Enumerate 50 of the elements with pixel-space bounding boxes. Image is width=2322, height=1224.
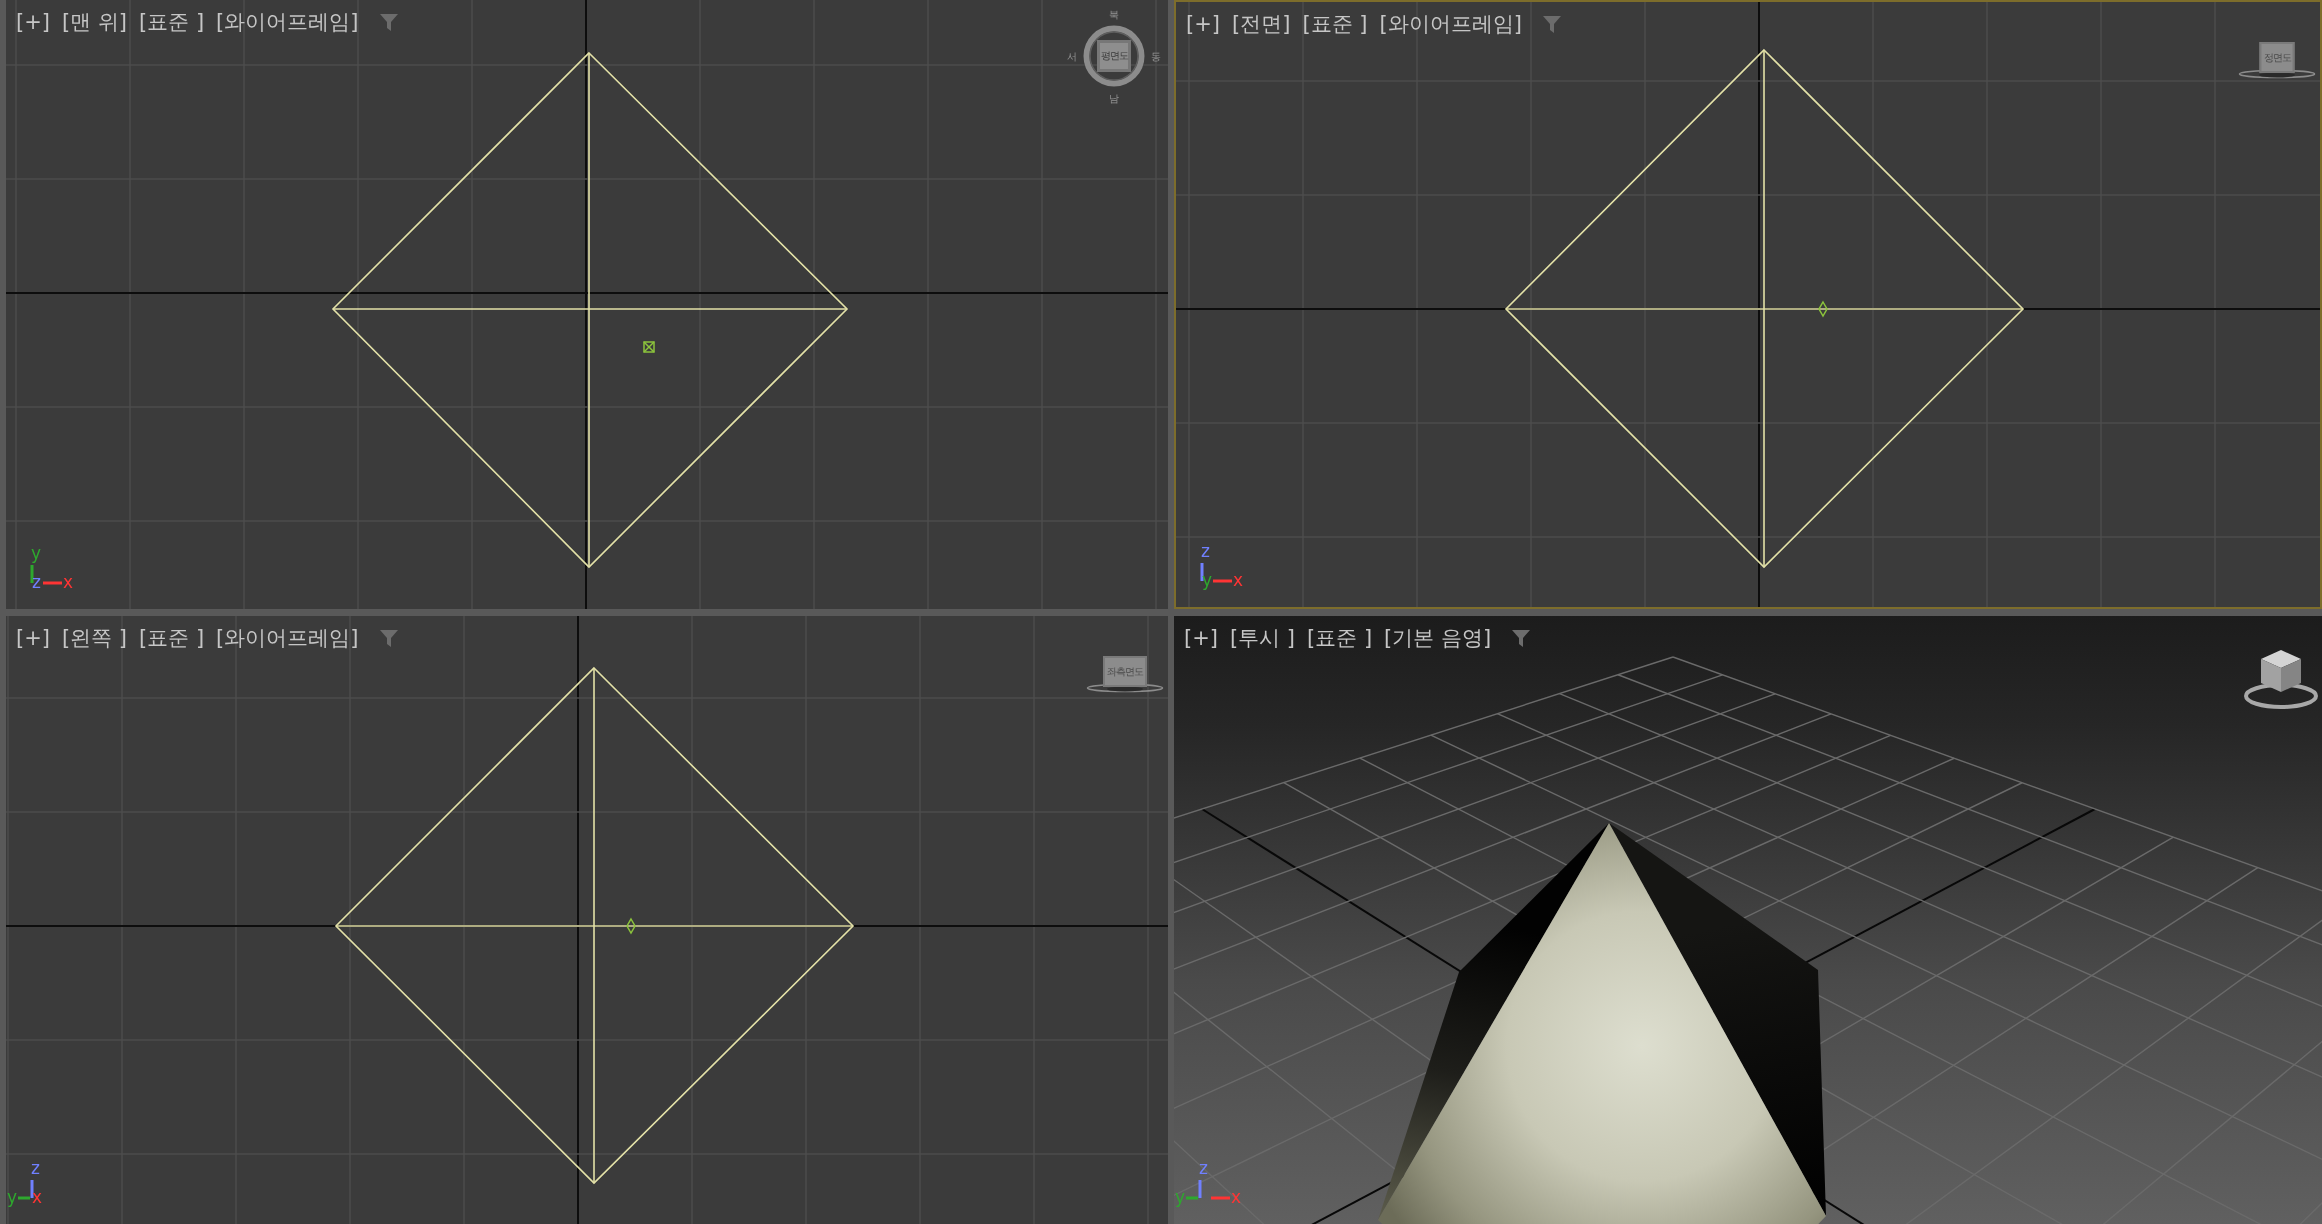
viewport-menu[interactable]: [와이어프레임] — [1379, 9, 1522, 39]
viewport-menu[interactable]: [+] — [16, 623, 50, 653]
viewport-menu[interactable]: [표준 ] — [1302, 9, 1368, 39]
axis-label: y — [1174, 1187, 1185, 1207]
viewport-menu[interactable]: [전면] — [1232, 9, 1291, 39]
pivot-marker-icon — [626, 917, 636, 935]
axis-label: y — [31, 543, 42, 563]
viewport-panel[interactable]: [+] [왼쪽 ] [표준 ] [와이어프레임] 좌측면도 z y x — [6, 616, 1168, 1224]
axis-label: y — [1202, 570, 1213, 590]
view-cube-face[interactable]: 평면도 — [1097, 40, 1131, 72]
filter-icon[interactable] — [378, 12, 399, 32]
viewport-menu[interactable]: [와이어프레임] — [216, 623, 359, 653]
viewport-panel[interactable]: [+] [맨 위] [표준 ] [와이어프레임] 북 서 평면도 동 남 y z x — [6, 0, 1168, 609]
compass-direction[interactable]: 서 — [1067, 51, 1077, 62]
filter-icon[interactable] — [1541, 14, 1562, 34]
filter-icon[interactable] — [378, 628, 399, 648]
axis-line — [1200, 563, 1204, 581]
viewport-panel[interactable]: [+] [전면] [표준 ] [와이어프레임] 정면도 z y x — [1174, 0, 2322, 609]
viewport-panel[interactable]: [+] [투시 ] [표준 ] [기본 음영] z y x — [1174, 616, 2322, 1224]
axis-label: y — [6, 1187, 17, 1207]
pivot-marker-icon — [1818, 300, 1828, 318]
axis-label: x — [63, 572, 74, 592]
compass-direction[interactable]: 동 — [1151, 51, 1161, 62]
axis-label: z — [32, 572, 41, 592]
axis-label: z — [1201, 541, 1210, 561]
axis-line — [30, 565, 34, 583]
viewport-menu[interactable]: [투시 ] — [1230, 623, 1296, 653]
axis-line — [1213, 579, 1232, 583]
axis-line — [1211, 1196, 1230, 1200]
axis-label: z — [1199, 1158, 1208, 1178]
viewport-menu[interactable]: [표준 ] — [139, 623, 205, 653]
viewport-menu[interactable]: [맨 위] — [62, 7, 128, 37]
axis-label: x — [1233, 570, 1244, 590]
compass-direction[interactable]: 북 — [1109, 9, 1119, 20]
axis-label: x — [32, 1187, 43, 1207]
viewport-menu[interactable]: [표준 ] — [139, 7, 205, 37]
compass-ring-icon[interactable] — [1083, 25, 1145, 87]
viewport-menu[interactable]: [기본 음영] — [1384, 623, 1492, 653]
viewport-menu[interactable]: [+] — [1184, 623, 1218, 653]
filter-icon[interactable] — [1511, 628, 1532, 648]
viewport-menu[interactable]: [표준 ] — [1307, 623, 1373, 653]
compass-direction[interactable]: 남 — [1109, 93, 1119, 104]
axis-label: z — [31, 1158, 40, 1178]
viewport-menu[interactable]: [+] — [16, 7, 50, 37]
pivot-marker-icon — [643, 341, 655, 353]
viewport-menu[interactable]: [왼쪽 ] — [62, 623, 128, 653]
axis-line — [43, 581, 62, 585]
viewport-menu[interactable]: [+] — [1186, 9, 1220, 39]
axis-label: x — [1231, 1187, 1242, 1207]
viewport-menu[interactable]: [와이어프레임] — [216, 7, 359, 37]
